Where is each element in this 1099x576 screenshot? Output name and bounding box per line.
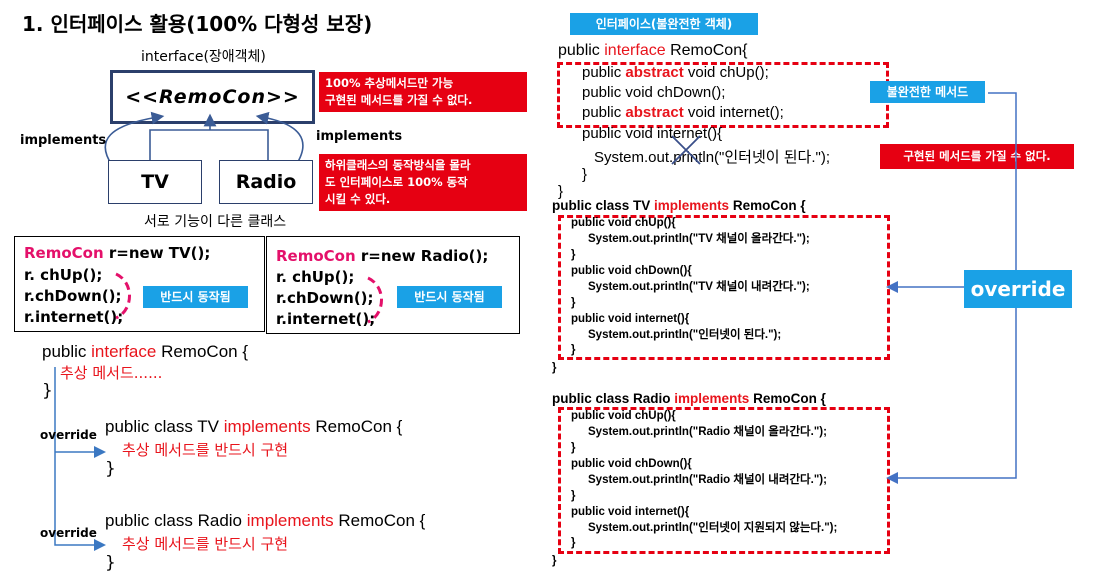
brace-tv	[115, 272, 131, 320]
implements-label-left: implements	[20, 133, 107, 148]
code-tv-type: RemoCon	[24, 244, 104, 262]
outline-text: RemoCon {	[333, 511, 426, 530]
outline-text: RemoCon {	[310, 417, 403, 436]
right-method-internet: public abstract void internet();	[582, 104, 784, 121]
tv-class-box: TV	[108, 160, 202, 204]
tv-code-line: System.out.println("인터넷이 된다.");	[588, 329, 782, 341]
right-keyword: interface	[604, 42, 666, 59]
cross-out-mark	[671, 135, 701, 165]
right-keyword: implements	[654, 198, 730, 213]
code-tv-line: r. chUp();	[24, 266, 103, 284]
radio-code-line: System.out.println("인터넷이 지원되지 않는다.");	[588, 522, 838, 534]
right-text: public	[558, 42, 605, 59]
note-abstract-only: 100% 추상메서드만 가능 구현된 메서드를 가질 수 없다.	[319, 72, 527, 112]
right-text: void chUp();	[683, 64, 769, 81]
brace-radio	[367, 276, 383, 324]
note-subclass: 하위클래스의 동작방식을 몰라 도 인터페이스로 100% 동작 시킬 수 있다…	[319, 154, 527, 211]
override-badge: override	[964, 270, 1072, 308]
classes-caption: 서로 기능이 다른 클래스	[144, 214, 287, 230]
badge-incomplete-object: 인터페이스(불완전한 객체)	[570, 13, 758, 35]
right-text: RemoCon{	[665, 42, 748, 59]
right-tv-head: public class TV implements RemoCon {	[552, 198, 806, 214]
code-tv-decl: RemoCon r=new TV();	[24, 244, 210, 262]
radio-code-line: System.out.println("Radio 채널이 올라간다.");	[588, 426, 827, 438]
right-impl-close: }	[582, 166, 588, 183]
right-text: void internet();	[683, 104, 784, 121]
outline-tv-body: 추상 메서드를 반드시 구현	[122, 441, 289, 459]
outline-text: RemoCon {	[156, 342, 249, 361]
outline-text: public class TV	[105, 417, 224, 436]
right-text: public	[582, 64, 626, 81]
tv-code-line: public void chUp(){	[571, 217, 676, 229]
override-label-1: override	[40, 428, 97, 442]
tv-code-line: System.out.println("TV 채널이 올라간다.");	[588, 233, 810, 245]
outline-keyword: implements	[223, 417, 311, 436]
right-text: public class Radio	[552, 391, 675, 406]
right-text: RemoCon {	[729, 198, 806, 213]
radio-code-line: }	[571, 537, 576, 549]
right-keyword: implements	[674, 391, 750, 406]
tv-class-close: }	[552, 362, 557, 374]
right-text: public class TV	[552, 198, 655, 213]
right-iface-head: public interface RemoCon{	[558, 42, 747, 60]
note-subclass-line: 도 인터페이스로 100% 동작	[325, 175, 468, 189]
tv-code-line: public void internet(){	[571, 313, 690, 325]
outline-override-arrows	[54, 367, 106, 551]
right-radio-head: public class Radio implements RemoCon {	[552, 391, 826, 407]
code-radio-line: r.chDown();	[276, 289, 374, 307]
note-subclass-line: 시킬 수 있다.	[325, 192, 391, 206]
outline-text: public class Radio	[105, 511, 247, 530]
outline-radio-body: 추상 메서드를 반드시 구현	[122, 535, 289, 553]
override-label-2: override	[40, 526, 97, 540]
badge-always-works-radio: 반드시 동작됨	[397, 286, 502, 308]
code-radio-new: r=new Radio();	[355, 247, 489, 265]
right-text: RemoCon {	[749, 391, 826, 406]
right-keyword: abstract	[625, 104, 684, 121]
tv-code-line: }	[571, 344, 576, 356]
code-radio-line: r.internet();	[276, 310, 376, 328]
right-method-chdown: public void chDown();	[582, 84, 726, 101]
note-abstract-line: 100% 추상메서드만 가능	[325, 76, 454, 90]
radio-box-label: Radio	[235, 171, 297, 193]
right-method-chup: public abstract void chUp();	[582, 64, 769, 81]
tv-code-line: }	[571, 297, 576, 309]
badge-always-works-tv: 반드시 동작됨	[143, 286, 248, 308]
outline-tv-head: public class TV implements RemoCon {	[105, 417, 402, 437]
right-text: public	[582, 104, 626, 121]
implements-label-right: implements	[316, 129, 403, 144]
tv-code-line: }	[571, 249, 576, 261]
note-subclass-line: 하위클래스의 동작방식을 몰라	[325, 158, 471, 172]
code-radio-decl: RemoCon r=new Radio();	[276, 247, 488, 265]
code-tv-line: r.chDown();	[24, 287, 122, 305]
outline-radio-head: public class Radio implements RemoCon {	[105, 511, 425, 531]
radio-class-close: }	[552, 555, 557, 567]
code-radio-type: RemoCon	[276, 247, 356, 265]
radio-code-line: }	[571, 490, 576, 502]
radio-code-line: public void chUp(){	[571, 410, 676, 422]
note-abstract-line: 구현된 메서드를 가질 수 없다.	[325, 93, 473, 107]
radio-class-box: Radio	[219, 160, 313, 204]
code-tv-new: r=new TV();	[103, 244, 211, 262]
code-tv-line: r.internet();	[24, 308, 124, 326]
outline-radio-close: }	[105, 553, 116, 573]
tv-box-label: TV	[141, 171, 169, 193]
code-radio-line: r. chUp();	[276, 268, 355, 286]
radio-code-line: public void internet(){	[571, 506, 690, 518]
tv-code-line: System.out.println("TV 채널이 내려간다.");	[588, 281, 810, 293]
radio-code-line: }	[571, 442, 576, 454]
tv-code-line: public void chDown(){	[571, 265, 692, 277]
outline-tv-close: }	[105, 459, 116, 479]
outline-keyword: implements	[246, 511, 334, 530]
radio-code-line: public void chDown(){	[571, 458, 692, 470]
right-keyword: abstract	[625, 64, 684, 81]
right-impl-body: System.out.println("인터넷이 된다.");	[594, 149, 830, 166]
radio-code-line: System.out.println("Radio 채널이 내려간다.");	[588, 474, 827, 486]
